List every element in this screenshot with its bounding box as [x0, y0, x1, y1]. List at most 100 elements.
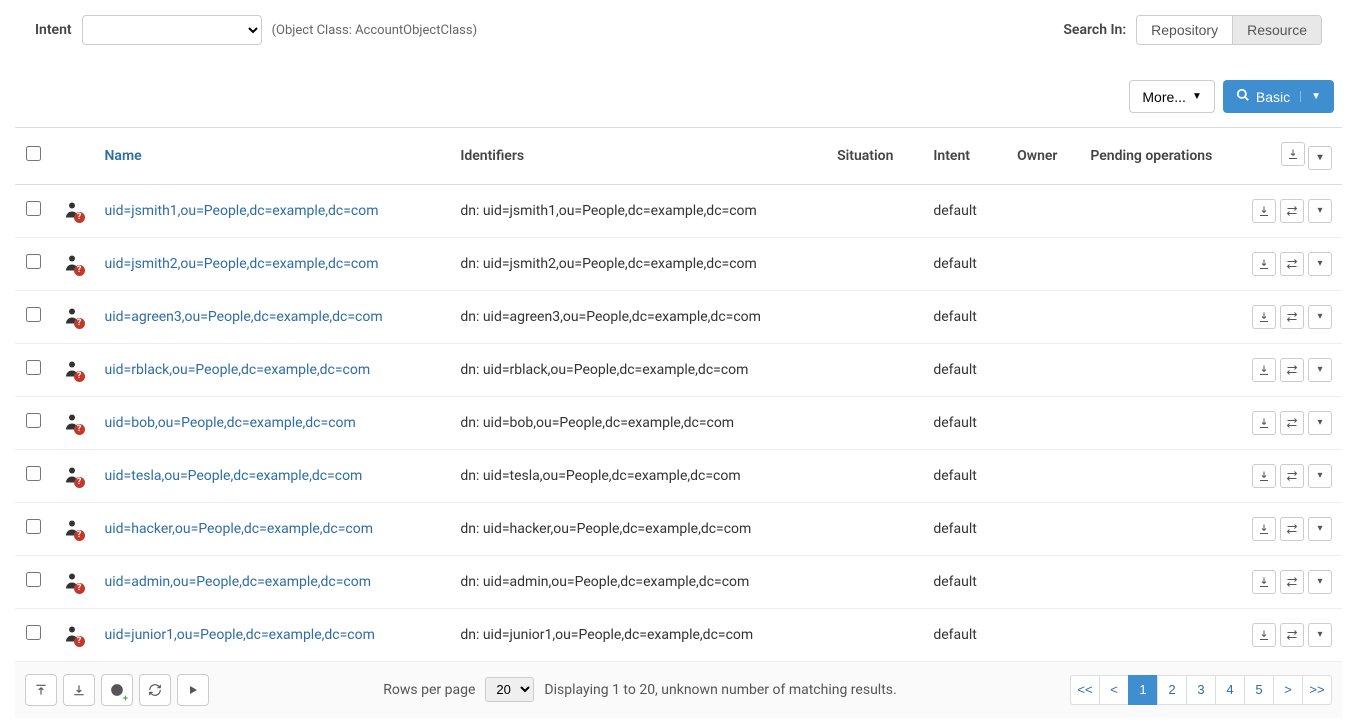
person-unknown-icon: ? [63, 253, 83, 275]
row-more-button[interactable]: ▾ [1308, 570, 1332, 594]
row-download-button[interactable] [1252, 358, 1276, 382]
row-checkbox[interactable] [26, 572, 41, 587]
rows-per-page-select[interactable]: 20 [485, 677, 534, 702]
row-situation [827, 290, 923, 343]
row-checkbox[interactable] [26, 307, 41, 322]
row-pending [1080, 608, 1237, 661]
name-column[interactable]: Name [95, 128, 451, 185]
row-download-button[interactable] [1252, 411, 1276, 435]
download-button[interactable] [63, 674, 95, 706]
row-situation [827, 343, 923, 396]
row-intent: default [923, 184, 1007, 237]
rows-per-page-label: Rows per page [383, 682, 475, 698]
row-swap-button[interactable] [1280, 464, 1304, 488]
row-pending [1080, 184, 1237, 237]
row-name-link[interactable]: uid=bob,ou=People,dc=example,dc=com [105, 415, 356, 431]
row-identifier: dn: uid=agreen3,ou=People,dc=example,dc=… [450, 290, 827, 343]
header-more-button[interactable]: ▾ [1308, 146, 1332, 170]
row-download-button[interactable] [1252, 623, 1276, 647]
row-swap-button[interactable] [1280, 252, 1304, 276]
basic-search-button[interactable]: Basic ▼ [1223, 80, 1334, 113]
chart-add-button[interactable] [101, 674, 133, 706]
row-pending [1080, 502, 1237, 555]
intent-select[interactable] [82, 15, 262, 45]
repository-button[interactable]: Repository [1137, 16, 1232, 44]
row-more-button[interactable]: ▾ [1308, 305, 1332, 329]
row-name-link[interactable]: uid=junior1,ou=People,dc=example,dc=com [105, 627, 375, 643]
row-situation [827, 184, 923, 237]
row-intent: default [923, 396, 1007, 449]
select-all-checkbox[interactable] [26, 146, 41, 161]
row-intent: default [923, 608, 1007, 661]
row-more-button[interactable]: ▾ [1308, 623, 1332, 647]
person-unknown-icon: ? [63, 200, 83, 222]
row-more-button[interactable]: ▾ [1308, 411, 1332, 435]
row-name-link[interactable]: uid=admin,ou=People,dc=example,dc=com [105, 574, 371, 590]
row-download-button[interactable] [1252, 305, 1276, 329]
row-name-link[interactable]: uid=hacker,ou=People,dc=example,dc=com [105, 521, 374, 537]
row-download-button[interactable] [1252, 570, 1276, 594]
row-swap-button[interactable] [1280, 199, 1304, 223]
row-swap-button[interactable] [1280, 358, 1304, 382]
page-next[interactable]: > [1273, 675, 1303, 705]
row-checkbox[interactable] [26, 466, 41, 481]
download-header-button[interactable] [1281, 142, 1305, 166]
row-checkbox[interactable] [26, 201, 41, 216]
owner-column: Owner [1007, 128, 1080, 185]
row-checkbox[interactable] [26, 254, 41, 269]
row-situation [827, 237, 923, 290]
row-swap-button[interactable] [1280, 305, 1304, 329]
table-row: ? uid=junior1,ou=People,dc=example,dc=com… [15, 608, 1342, 661]
table-row: ?uid=hacker,ou=People,dc=example,dc=comd… [15, 502, 1342, 555]
intent-column: Intent [923, 128, 1007, 185]
row-checkbox[interactable] [26, 413, 41, 428]
accounts-table: Name Identifiers Situation Intent Owner … [15, 127, 1342, 662]
row-owner [1007, 184, 1080, 237]
row-swap-button[interactable] [1280, 623, 1304, 647]
person-unknown-icon: ? [63, 624, 83, 646]
page-first[interactable]: << [1070, 675, 1100, 705]
row-pending [1080, 237, 1237, 290]
chevron-down-icon[interactable]: ▼ [1300, 91, 1321, 102]
page-3[interactable]: 3 [1186, 675, 1216, 705]
page-4[interactable]: 4 [1215, 675, 1245, 705]
row-identifier: dn: uid=tesla,ou=People,dc=example,dc=co… [450, 449, 827, 502]
page-5[interactable]: 5 [1244, 675, 1274, 705]
page-prev[interactable]: < [1099, 675, 1129, 705]
row-more-button[interactable]: ▾ [1308, 252, 1332, 276]
person-unknown-icon: ? [63, 306, 83, 328]
resource-button[interactable]: Resource [1232, 16, 1321, 44]
row-name-link[interactable]: uid=agreen3,ou=People,dc=example,dc=com [105, 309, 383, 325]
row-checkbox[interactable] [26, 360, 41, 375]
upload-button[interactable] [25, 674, 57, 706]
row-more-button[interactable]: ▾ [1308, 464, 1332, 488]
page-2[interactable]: 2 [1157, 675, 1187, 705]
row-download-button[interactable] [1252, 199, 1276, 223]
row-name-link[interactable]: uid=rblack,ou=People,dc=example,dc=com [105, 362, 371, 378]
row-more-button[interactable]: ▾ [1308, 358, 1332, 382]
play-button[interactable] [177, 674, 209, 706]
table-row: ? uid=agreen3,ou=People,dc=example,dc=com… [15, 290, 1342, 343]
row-name-link[interactable]: uid=jsmith1,ou=People,dc=example,dc=com [105, 203, 379, 219]
table-row: ?uid=tesla,ou=People,dc=example,dc=comdn… [15, 449, 1342, 502]
row-more-button[interactable]: ▾ [1308, 199, 1332, 223]
situation-column: Situation [827, 128, 923, 185]
more-button[interactable]: More... ▼ [1129, 80, 1214, 113]
refresh-button[interactable] [139, 674, 171, 706]
row-swap-button[interactable] [1280, 411, 1304, 435]
page-1[interactable]: 1 [1128, 675, 1158, 705]
row-intent: default [923, 343, 1007, 396]
person-unknown-icon: ? [63, 359, 83, 381]
row-name-link[interactable]: uid=jsmith2,ou=People,dc=example,dc=com [105, 256, 379, 272]
row-download-button[interactable] [1252, 517, 1276, 541]
row-name-link[interactable]: uid=tesla,ou=People,dc=example,dc=com [105, 468, 363, 484]
row-checkbox[interactable] [26, 625, 41, 640]
row-download-button[interactable] [1252, 464, 1276, 488]
row-swap-button[interactable] [1280, 570, 1304, 594]
row-checkbox[interactable] [26, 519, 41, 534]
row-owner [1007, 343, 1080, 396]
page-last[interactable]: >> [1302, 675, 1332, 705]
row-download-button[interactable] [1252, 252, 1276, 276]
row-swap-button[interactable] [1280, 517, 1304, 541]
row-more-button[interactable]: ▾ [1308, 517, 1332, 541]
